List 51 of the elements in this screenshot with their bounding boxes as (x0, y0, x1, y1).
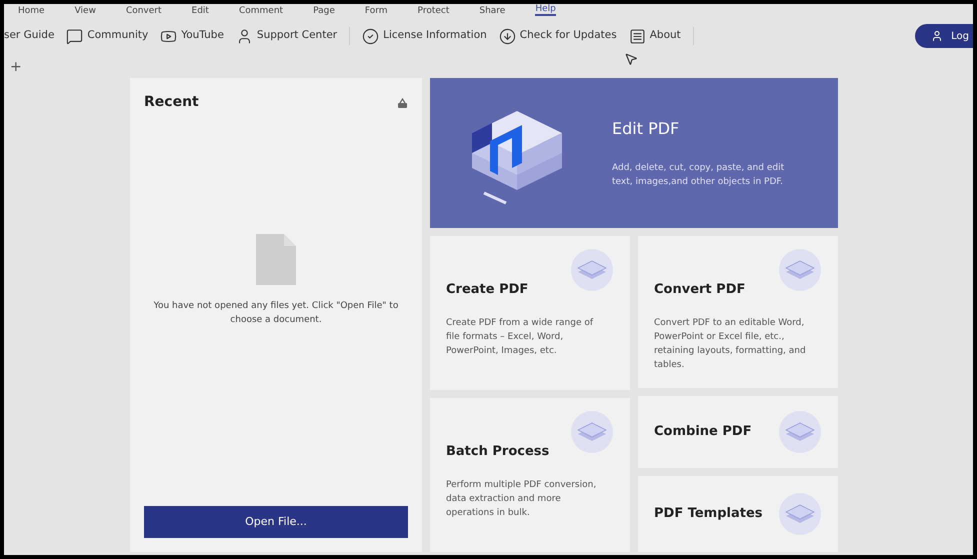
chat-icon (66, 28, 84, 44)
clear-icon[interactable] (397, 98, 408, 108)
menu-tab[interactable]: Share (479, 6, 506, 16)
stack-icon (778, 492, 822, 536)
toolbar-button[interactable]: License Information (362, 28, 487, 44)
check-circle-icon (362, 28, 380, 44)
menu-tab[interactable]: Edit (192, 6, 209, 16)
toolbar-button[interactable]: Support Center (236, 28, 338, 44)
toolbar-button[interactable]: Check for Updates (498, 28, 617, 44)
person-icon (931, 30, 944, 42)
card-description: Add, delete, cut, copy, paste, and edit text, images,and other objects in PDF. (612, 162, 786, 189)
feature-card[interactable]: PDF Templates (638, 476, 838, 552)
menu-tab[interactable]: Convert (126, 6, 162, 16)
stack-icon (778, 248, 822, 292)
menu-tab[interactable]: Home (18, 6, 45, 16)
card-description: Convert PDF to an editable Word, PowerPoint or Excel file, etc., retaining layouts, formatting, and tables. (654, 316, 807, 372)
menu-tab[interactable]: Comment (238, 6, 284, 16)
info-box-icon (628, 28, 646, 44)
login-button[interactable]: Log (915, 24, 973, 48)
card-title: Batch Process (446, 443, 550, 461)
open-file-button[interactable]: Open File... (144, 506, 408, 538)
blank-file-icon (254, 232, 298, 287)
card-description: Perform multiple PDF conversion, data extraction and more operations in bulk. (446, 478, 598, 520)
toolbar-button[interactable]: YouTube (160, 28, 224, 44)
toolbar-button[interactable]: Community (66, 28, 148, 44)
feature-card[interactable]: Combine PDF (638, 396, 838, 468)
menu-tab[interactable]: Form (364, 6, 388, 16)
menu-tab[interactable]: Protect (418, 6, 450, 16)
card-title: Combine PDF (654, 423, 752, 442)
card-title: Convert PDF (654, 281, 746, 299)
new-tab-button[interactable]: + (10, 60, 22, 74)
cursor-icon (624, 52, 638, 66)
feature-card[interactable]: Edit PDF Add, delete, cut, copy, paste, and edit text, images,and other objects in PDF. (430, 78, 838, 228)
menu-tab[interactable]: Page (313, 6, 335, 16)
feature-card[interactable]: Create PDF Create PDF from a wide range of file formats – Excel, Word, PowerPoint, Images, etc. (430, 236, 630, 390)
feature-card[interactable]: Convert PDF Convert PDF to an editable Word, PowerPoint or Excel file, etc., retaining layouts, formatting, and tables. (638, 236, 838, 388)
card-title: PDF Templates (654, 505, 763, 524)
toolbar-button[interactable]: ser Guide (4, 28, 54, 44)
card-title: Create PDF (446, 281, 530, 299)
stack-icon (778, 410, 822, 454)
toolbar-button[interactable]: About (628, 28, 681, 44)
stack-icon (570, 248, 614, 292)
menu-tab[interactable]: View (74, 6, 96, 16)
feature-card[interactable]: Batch Process Perform multiple PDF conversion, data extraction and more operations in bulk. (430, 398, 630, 552)
empty-message: You have not opened any files yet. Click "Open File" to choose a document. (152, 300, 400, 327)
card-description: Create PDF from a wide range of file formats – Excel, Word, PowerPoint, Images, etc. (446, 316, 594, 358)
stack-icon (570, 410, 614, 454)
menu-tab[interactable]: Help (535, 4, 556, 16)
card-title: Edit PDF (612, 118, 680, 140)
panel-title: Recent (144, 93, 199, 112)
download-icon (498, 28, 516, 44)
